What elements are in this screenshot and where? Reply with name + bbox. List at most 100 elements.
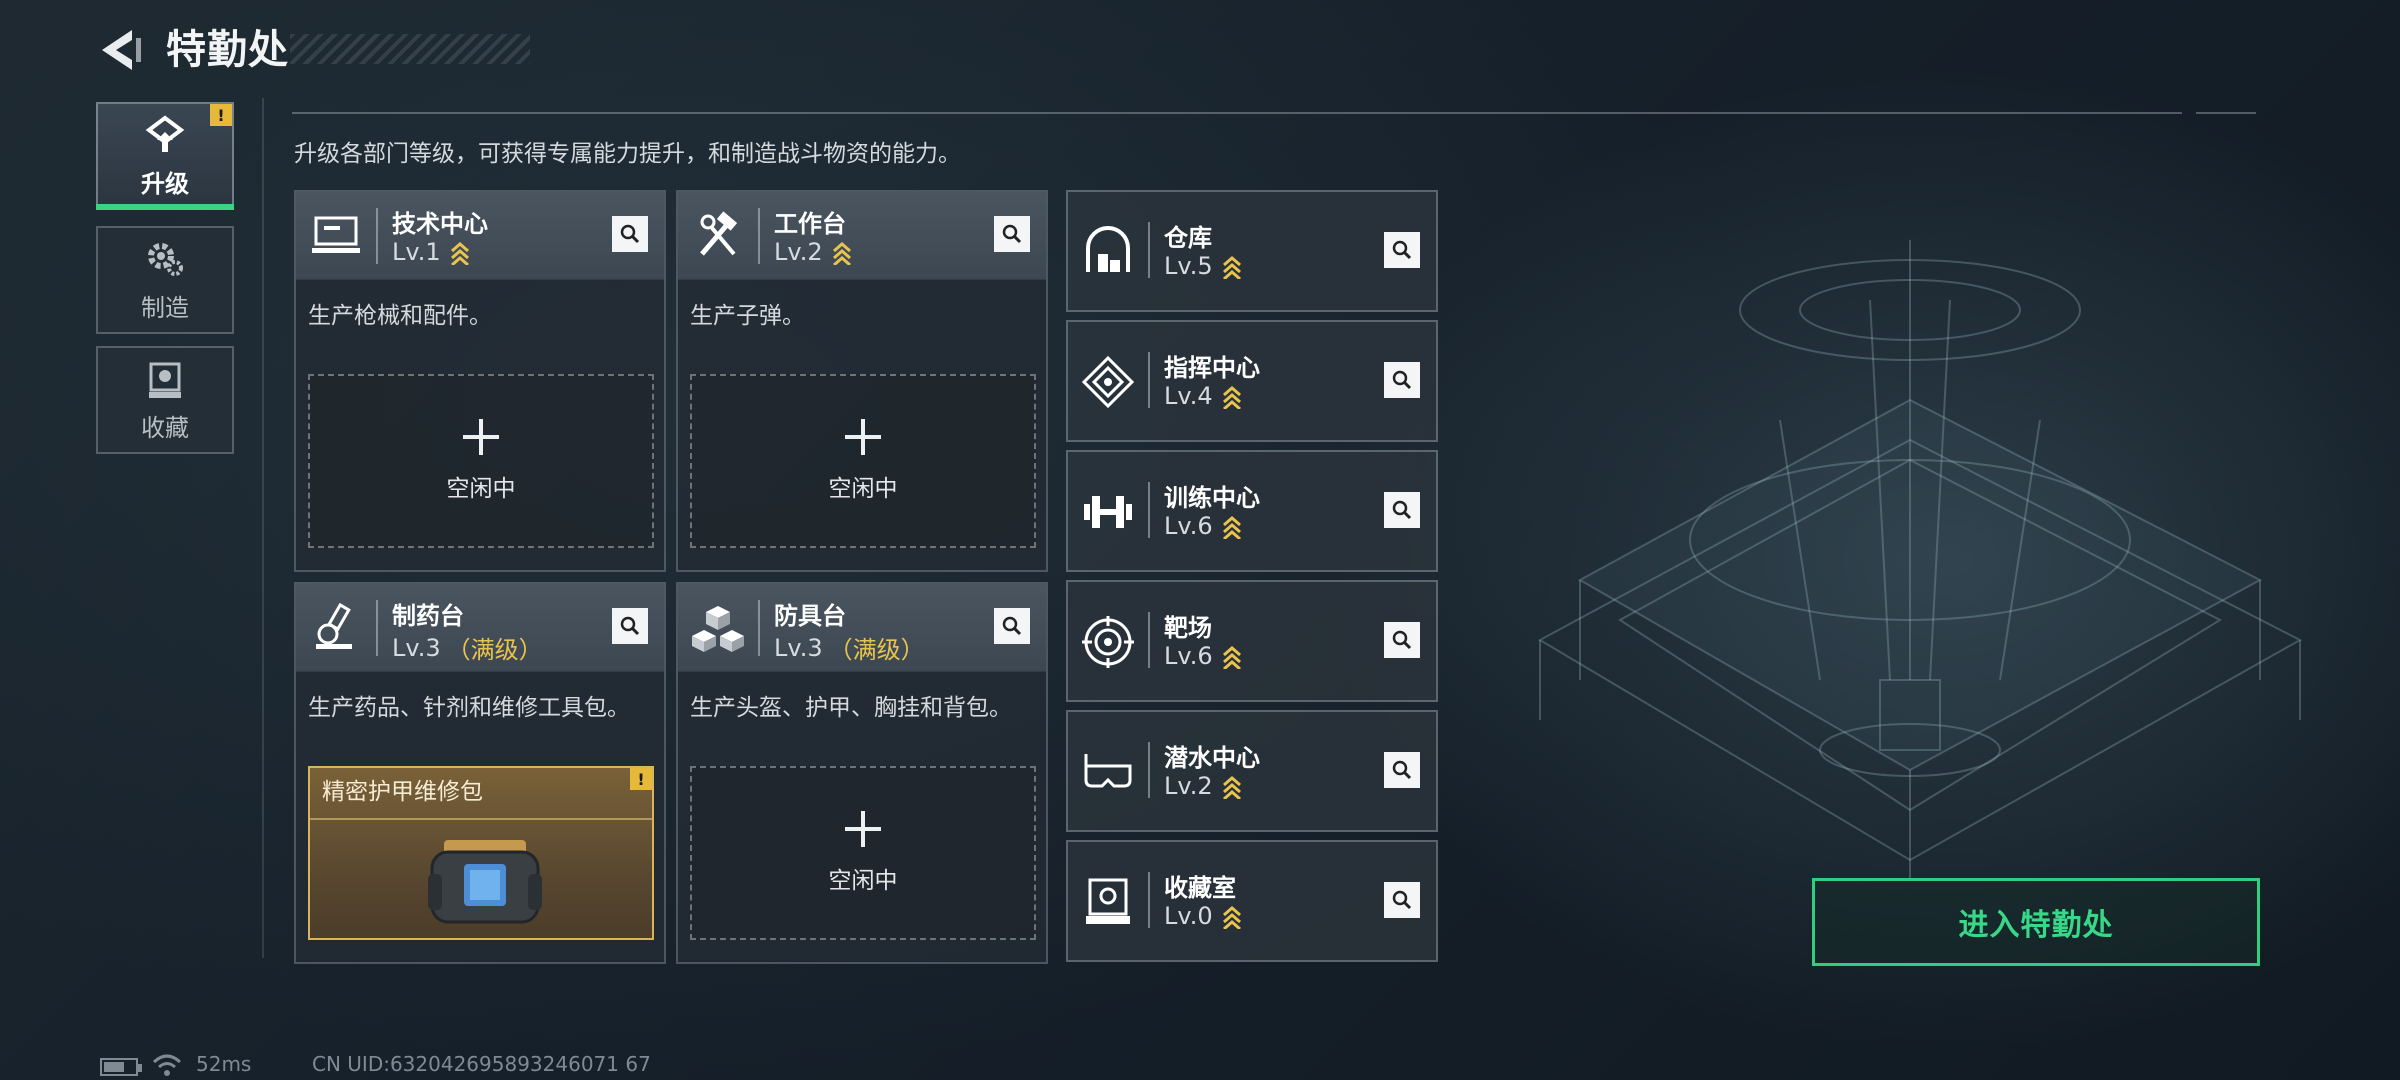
slot-status: 空闲中	[446, 476, 516, 502]
warning-badge: !	[210, 104, 232, 126]
search-icon	[1392, 760, 1412, 780]
title-decoration	[290, 34, 530, 64]
rank-chevrons-icon	[1222, 906, 1241, 929]
card-shooting-range[interactable]: 靶场 Lv.6	[1066, 580, 1438, 702]
card-header: 制药台 Lv.3 （满级）	[296, 584, 664, 672]
card-warehouse[interactable]: 仓库 Lv.5	[1066, 190, 1438, 312]
search-button[interactable]	[612, 216, 648, 252]
production-slot[interactable]: 空闲中	[690, 374, 1036, 548]
card-level: Lv.6	[1164, 642, 1243, 670]
card-level: Lv.4	[1164, 382, 1243, 410]
card-title: 仓库	[1164, 224, 1212, 252]
card-header: 技术中心 Lv.1	[296, 192, 664, 280]
gears-icon	[148, 242, 183, 276]
rank-chevrons-icon	[1222, 386, 1241, 409]
search-button[interactable]	[994, 216, 1030, 252]
card-workbench[interactable]: 工作台 Lv.2 生产子弹。 空闲中	[676, 190, 1048, 572]
header-separator	[1148, 742, 1150, 798]
plus-icon	[845, 811, 881, 847]
tech-center-icon	[312, 216, 360, 253]
header-separator	[1148, 482, 1150, 538]
card-level: Lv.3 （满级）	[392, 630, 543, 665]
slot-status: 空闲中	[828, 868, 898, 894]
card-description: 生产头盔、护甲、胸挂和背包。	[690, 695, 1012, 721]
facility-illustration	[1537, 240, 2303, 880]
dumbbell-icon	[1084, 496, 1132, 528]
enter-special-ops-button[interactable]: 进入特勤处	[1812, 878, 2260, 966]
card-title: 指挥中心	[1164, 354, 1260, 382]
card-description: 生产子弹。	[690, 303, 805, 329]
header-separator	[758, 208, 760, 264]
card-header: 防具台 Lv.3 （满级）	[678, 584, 1046, 672]
production-slot[interactable]: 空闲中	[690, 766, 1036, 940]
card-command-center[interactable]: 指挥中心 Lv.4	[1066, 320, 1438, 442]
level-value: Lv.4	[1164, 382, 1213, 410]
search-button[interactable]	[1384, 752, 1420, 788]
header-separator	[1148, 352, 1150, 408]
card-title: 靶场	[1164, 614, 1212, 642]
search-button[interactable]	[1384, 622, 1420, 658]
card-level: Lv.5	[1164, 252, 1243, 280]
card-level: Lv.1	[392, 238, 471, 266]
warehouse-icon	[1086, 226, 1130, 272]
command-center-icon	[1081, 355, 1135, 409]
rank-chevrons-icon	[1222, 256, 1241, 279]
nav-upgrade[interactable]: ! 升级	[96, 102, 234, 210]
header-separator	[376, 208, 378, 264]
card-collection-room[interactable]: 收藏室 Lv.0	[1066, 840, 1438, 962]
repair-kit-icon	[428, 840, 542, 924]
nav-label: 升级	[141, 169, 189, 198]
search-icon	[1392, 890, 1412, 910]
workbench-icon	[700, 211, 738, 256]
collection-icon	[149, 362, 181, 398]
card-title: 制药台	[392, 602, 464, 630]
back-arrow-icon[interactable]	[96, 24, 148, 76]
card-level: Lv.3 （满级）	[774, 630, 925, 665]
search-button[interactable]	[1384, 232, 1420, 268]
level-value: Lv.1	[392, 238, 441, 266]
level-value: Lv.6	[1164, 642, 1213, 670]
search-button[interactable]	[1384, 362, 1420, 398]
nav-craft[interactable]: 制造	[96, 226, 234, 334]
card-pharmacy[interactable]: 制药台 Lv.3 （满级） 生产药品、针剂和维修工具包。 精密护甲维修包 !	[294, 582, 666, 964]
nav-collection[interactable]: 收藏	[96, 346, 234, 454]
nav-label: 收藏	[141, 413, 189, 442]
production-slot[interactable]: 空闲中	[308, 374, 654, 548]
page-description: 升级各部门等级，可获得专属能力提升，和制造战斗物资的能力。	[294, 141, 961, 167]
plus-icon	[463, 419, 499, 455]
user-uid: CN UID:632042695893246071 67	[312, 1052, 651, 1076]
search-icon	[1392, 630, 1412, 650]
nav-label: 制造	[141, 293, 189, 322]
card-level: Lv.2	[1164, 772, 1243, 800]
card-level: Lv.0	[1164, 902, 1243, 930]
level-value: Lv.2	[774, 238, 823, 266]
side-nav-divider	[262, 98, 264, 958]
search-icon	[1002, 224, 1022, 244]
production-item-slot[interactable]: 精密护甲维修包 !	[308, 766, 654, 940]
search-button[interactable]	[1384, 492, 1420, 528]
header-separator	[1148, 222, 1150, 278]
search-button[interactable]	[994, 608, 1030, 644]
card-tech-center[interactable]: 技术中心 Lv.1 生产枪械和配件。 空闲中	[294, 190, 666, 572]
search-icon	[620, 224, 640, 244]
header-separator	[1148, 872, 1150, 928]
card-diving-center[interactable]: 潜水中心 Lv.2	[1066, 710, 1438, 832]
level-value: Lv.2	[1164, 772, 1213, 800]
search-icon	[620, 616, 640, 636]
search-button[interactable]	[612, 608, 648, 644]
card-level: Lv.2	[774, 238, 853, 266]
target-icon	[1082, 616, 1134, 668]
card-title: 潜水中心	[1164, 744, 1260, 772]
search-button[interactable]	[1384, 882, 1420, 918]
card-armor-bench[interactable]: 防具台 Lv.3 （满级） 生产头盔、护甲、胸挂和背包。 空闲中	[676, 582, 1048, 964]
header-separator	[758, 600, 760, 656]
card-training-center[interactable]: 训练中心 Lv.6	[1066, 450, 1438, 572]
item-divider	[310, 818, 652, 820]
pharmacy-icon	[316, 602, 352, 649]
wifi-icon	[152, 1054, 182, 1076]
header-separator	[376, 600, 378, 656]
header-separator	[1148, 612, 1150, 668]
rank-chevrons-icon	[450, 242, 469, 265]
page-title: 特勤处	[166, 27, 289, 73]
top-divider-end	[2196, 112, 2256, 114]
